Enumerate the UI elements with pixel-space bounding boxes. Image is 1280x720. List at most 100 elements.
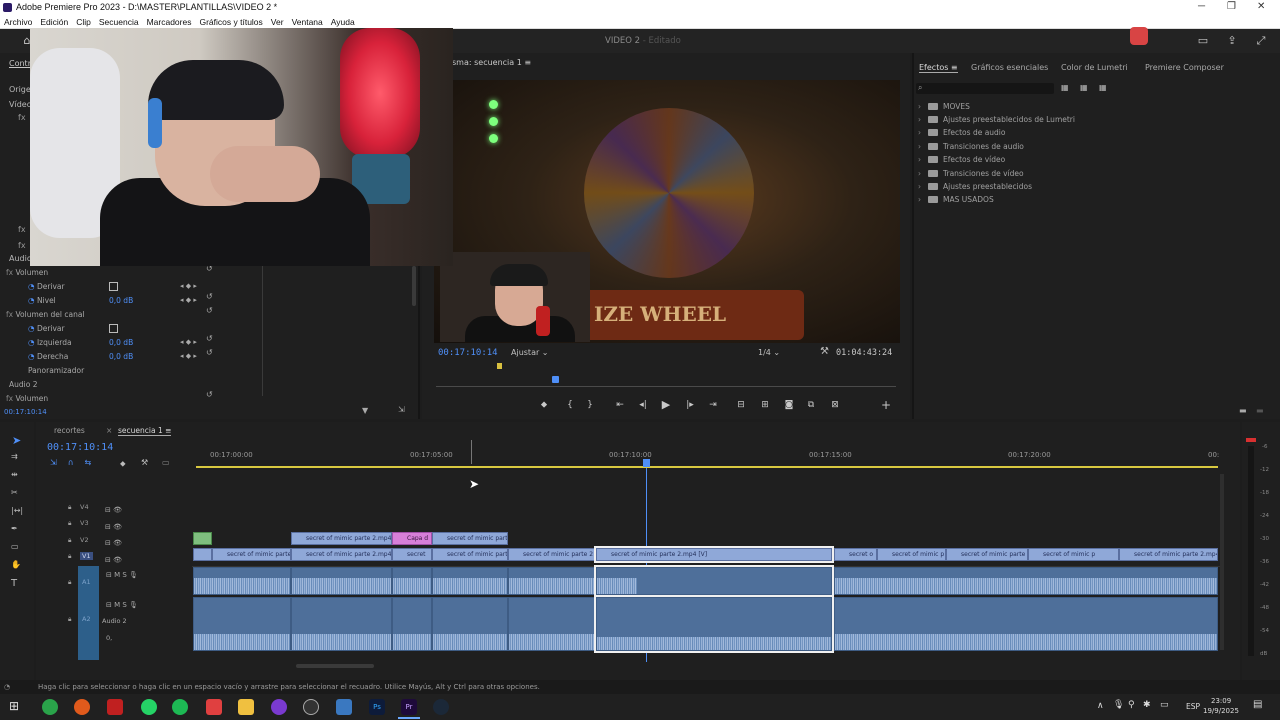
keyframe-nav[interactable]: ◂ ◆ ▸ [180,282,197,290]
microphone-tray-icon[interactable]: 🎙︎ [1113,700,1124,710]
share-icon[interactable]: ⇪ [1225,34,1239,48]
add-marker-icon[interactable]: ⬥ [120,459,126,469]
go-to-in-icon[interactable]: ⇤ [613,398,627,412]
timeline-tools[interactable]: ⇲∩⇆ [50,458,102,467]
close-icon[interactable]: ✕ [1257,1,1265,12]
effects-item-audio-transitions[interactable]: › Transiciones de audio [918,142,1024,151]
pen-tool-icon[interactable]: ✒ [11,524,18,533]
keyframe-nav[interactable]: ◂ ◆ ▸ [180,296,197,304]
audio-clip-a1[interactable] [392,567,432,595]
clock-date[interactable]: 19/9/2025 [1203,707,1239,715]
lock-icon[interactable]: 🔒︎ [68,536,71,545]
captions-icon[interactable]: ▭ [162,458,170,467]
menu-ventana[interactable]: Ventana [292,17,323,27]
app-icon-red[interactable] [107,699,123,715]
track-toggle-icons[interactable]: ⊟ 👁︎ ⊟ 👁︎ ⊟ 👁︎ ⊟ 👁︎ [105,502,122,568]
clip-v1[interactable]: secret of mimic parte 2.mp4 [ [291,548,392,561]
lock-icon[interactable]: 🔒︎ [68,519,71,528]
app-icon-chrome[interactable] [206,699,222,715]
selection-tool-icon[interactable]: ➤ [12,434,21,447]
fullscreen-icon[interactable]: ⤢ [1254,34,1268,48]
language-indicator[interactable]: ESP [1186,702,1200,711]
timeline-playhead-handle[interactable] [643,459,650,467]
step-forward-icon[interactable]: |▸ [683,398,697,412]
mark-in-icon[interactable]: { [563,398,577,412]
add-button-icon[interactable]: + [879,398,893,412]
quick-export-icon[interactable]: ▭ [1196,34,1210,48]
tab-graficos-esenciales[interactable]: Gráficos esenciales [971,63,1048,72]
audio-clip-a1[interactable] [432,567,508,595]
clip-v1[interactable]: secret [392,548,432,561]
program-playhead[interactable] [552,376,559,383]
audio-clip-a2[interactable] [508,597,595,651]
ripple-edit-icon[interactable]: ⇹ [11,470,18,479]
razor-tool-icon[interactable]: ✂ [11,488,18,497]
menu-secuencia[interactable]: Secuencia [99,17,139,27]
tab-premiere-composer[interactable]: Premiere Composer [1145,63,1224,72]
mark-out-icon[interactable]: } [583,398,597,412]
premiere-icon[interactable]: Pr [401,699,417,715]
menu-marcadores[interactable]: Marcadores [147,17,192,27]
clock-time[interactable]: 23:09 [1211,697,1231,705]
app-icon-obs[interactable] [303,699,319,715]
notification-badge-icon[interactable] [1130,27,1148,45]
clip-v2[interactable]: secret of mimic part [432,532,508,545]
app-icon-orange[interactable] [74,699,90,715]
audio-clip-a2[interactable] [834,597,1218,651]
track-select-icon[interactable]: ⇉ [11,452,18,461]
audio-clip-a1[interactable] [508,567,595,595]
app-icon-blue[interactable] [336,699,352,715]
effects-item-mas-usados[interactable]: › MAS USADOS [918,195,994,204]
program-scrubber[interactable] [436,386,896,387]
notifications-icon[interactable]: ▤ [1253,699,1262,710]
filter-icon[interactable]: ▼ [362,406,368,415]
wrench-icon[interactable]: ⚒ [820,346,829,357]
compare-icon[interactable]: ⧉ [804,398,818,412]
clip-v1[interactable]: secret o [834,548,877,561]
effects-search-input[interactable]: ⌕ [916,83,1054,94]
file-explorer-icon[interactable] [238,699,254,715]
fit-dropdown[interactable]: Ajustar ⌄ [511,348,549,357]
clip-v1[interactable]: secret of mimic parte [212,548,291,561]
whatsapp-icon[interactable] [141,699,157,715]
clip-v1[interactable]: secret of mimic parte 2.mp4 [1119,548,1218,561]
new-bin-icon[interactable]: ▬ [1239,406,1247,415]
bypass-checkbox[interactable] [109,282,118,291]
tray-chevron-icon[interactable]: ∧ [1097,701,1104,711]
menu-clip[interactable]: Clip [76,17,91,27]
restore-icon[interactable]: ❐ [1227,1,1236,12]
close-tab-icon[interactable]: × [106,426,112,435]
tab-secuencia-1[interactable]: secuencia 1 ≡ [118,426,172,436]
clip-v2-pink[interactable]: Capa d [392,532,432,545]
effects-item-presets[interactable]: › Ajustes preestablecidos [918,182,1032,191]
bluetooth-icon[interactable]: ✱ [1143,700,1151,710]
lock-icon[interactable]: 🔒︎ [68,578,71,587]
accelerated-icon[interactable]: ▦ [1061,83,1069,92]
work-area-bar[interactable] [196,466,1218,468]
extract-icon[interactable]: ⊞ [758,398,772,412]
hand-tool-icon[interactable]: ✋ [11,560,21,569]
app-icon-green[interactable] [42,699,58,715]
reset-icon[interactable]: ↺ [206,334,213,343]
32bit-icon[interactable]: ▦ [1080,83,1088,92]
spotify-icon[interactable] [172,699,188,715]
type-tool-icon[interactable]: T [11,578,17,589]
audio-clip-a1[interactable] [193,567,291,595]
reset-icon[interactable]: ↺ [206,390,213,399]
reset-icon[interactable]: ↺ [206,348,213,357]
effects-item-video-transitions[interactable]: › Transiciones de vídeo [918,169,1024,178]
right-value[interactable]: 0,0 dB [109,352,133,361]
keyframe-nav[interactable]: ◂ ◆ ▸ [180,338,197,346]
audio-clip-a1[interactable] [834,567,1218,595]
bypass-checkbox-2[interactable] [109,324,118,333]
clip-v1-small[interactable] [193,548,212,561]
lock-icon[interactable]: 🔒︎ [68,615,71,624]
clip-v2[interactable]: secret of mimic parte 2.mp4 [291,532,392,545]
tab-recortes[interactable]: recortes [54,426,85,435]
timeline-h-scrollbar[interactable] [296,664,374,668]
effects-item-video-effects[interactable]: › Efectos de vídeo [918,155,1005,164]
clip-v1[interactable]: secret of mimic parte 2 [508,548,595,561]
resolution-dropdown[interactable]: 1/4 ⌄ [758,348,780,357]
lift-icon[interactable]: ⊟ [734,398,748,412]
track-label-v1[interactable]: V1 [80,552,93,560]
